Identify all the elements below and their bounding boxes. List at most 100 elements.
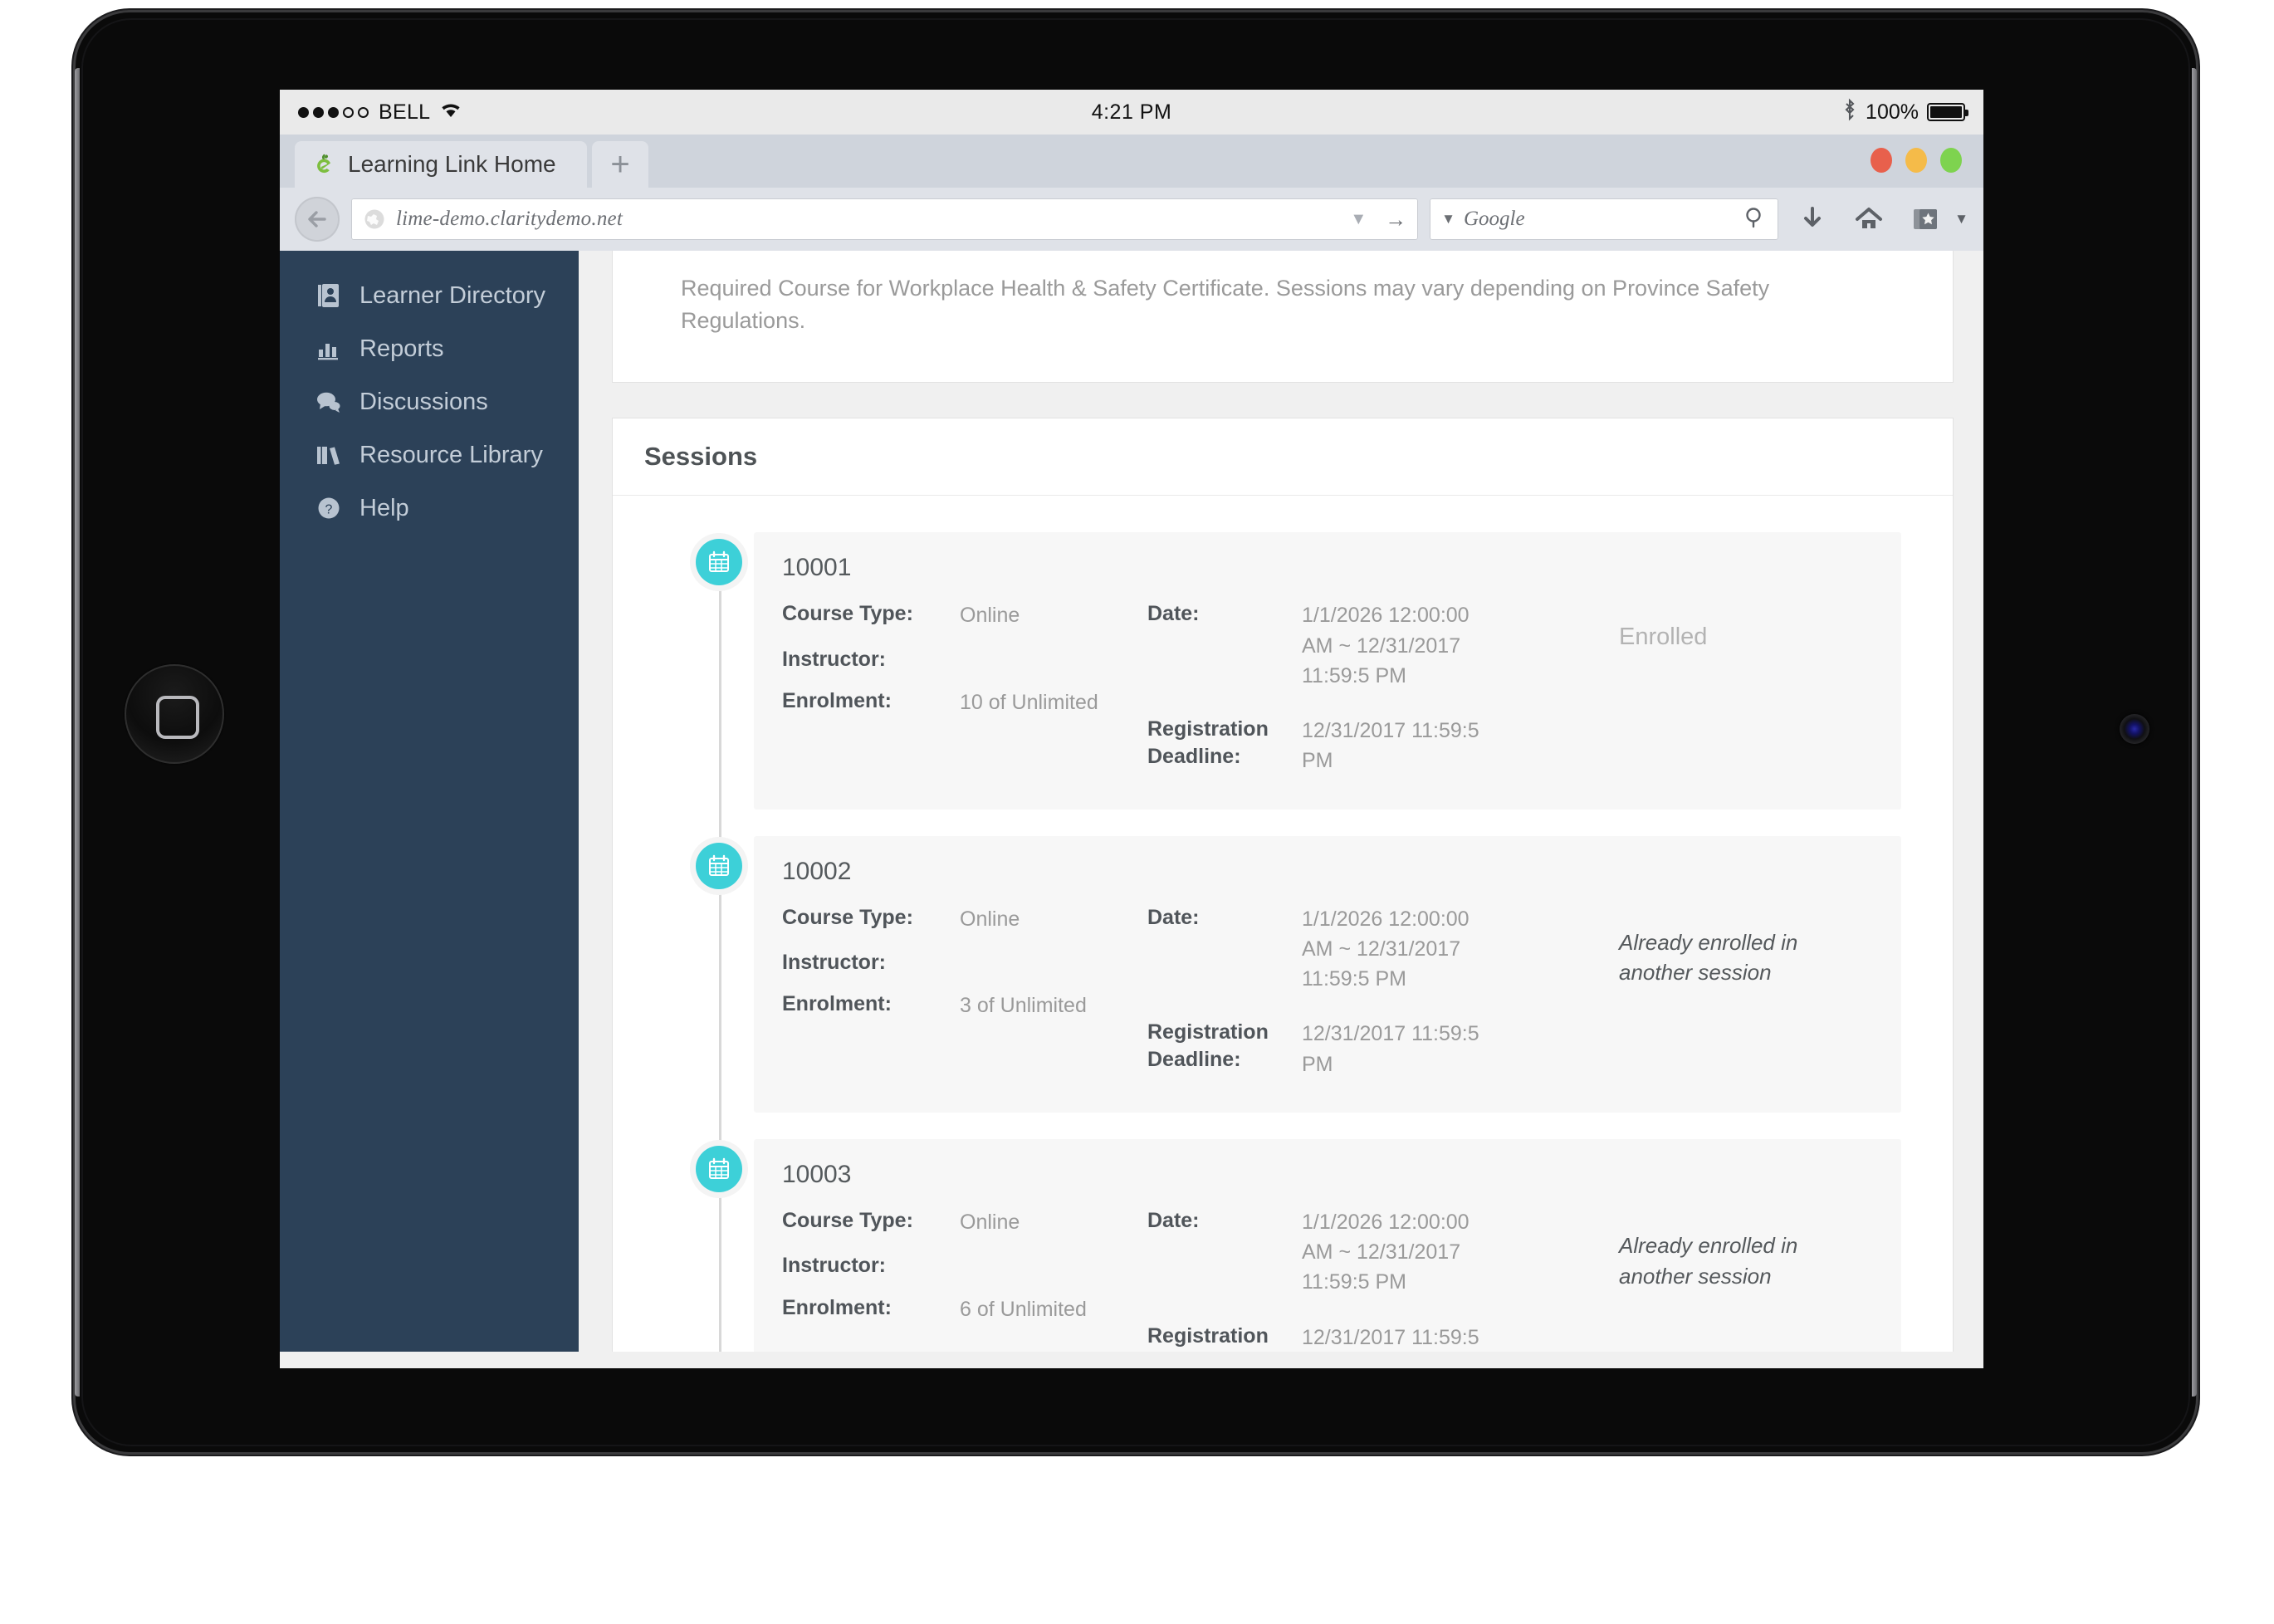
url-bar[interactable]: lime-demo.claritydemo.net ▼ → <box>351 198 1419 240</box>
session-status: Already enrolled in another session <box>1599 858 1873 989</box>
field-course-type: Course Type: Online <box>782 1207 1147 1237</box>
field-date: Date: 1/1/2026 12:00:00 AM ~ 12/31/2017 … <box>1147 600 1504 691</box>
sidebar-item-label: Help <box>359 494 409 521</box>
session-details: 10003 Course Type: Online Instructor: En… <box>782 1161 1599 1352</box>
course-description-card: Required Course for Workplace Health & S… <box>612 251 1954 384</box>
sidebar-item-label: Learner Directory <box>359 281 546 309</box>
field-value: 3 of Unlimited <box>960 994 1087 1018</box>
front-camera-lens <box>2120 714 2149 744</box>
field-instructor: Instructor: <box>782 646 1147 673</box>
sidebar-item-learner-directory[interactable]: Learner Directory <box>280 269 579 322</box>
chevron-down-icon[interactable]: ▼ <box>1350 210 1367 229</box>
browser-tab-learning-link-home[interactable]: Learning Link Home <box>295 141 587 188</box>
field-label: Registration Deadline: <box>1147 1020 1269 1071</box>
close-window-button[interactable] <box>1871 148 1892 173</box>
caret-down-icon[interactable]: ▼ <box>1441 211 1455 227</box>
field-label: Instructor: <box>782 1254 886 1278</box>
sidebar-item-discussions[interactable]: Discussions <box>280 375 579 428</box>
sessions-heading: Sessions <box>613 418 1953 496</box>
sidebar-item-resource-library[interactable]: Resource Library <box>280 428 579 482</box>
status-badge: Already enrolled in another session <box>1619 929 1798 986</box>
magnifier-icon[interactable] <box>1743 206 1767 233</box>
globe-icon <box>363 208 386 231</box>
search-bar[interactable]: ▼ Google <box>1430 198 1779 240</box>
question-circle-icon: ? <box>315 494 343 522</box>
battery-percent: 100% <box>1866 100 1919 124</box>
browser-tab-title: Learning Link Home <box>348 151 556 177</box>
left-sidebar: Learner Directory Reports Discussions Re… <box>280 251 579 1352</box>
calendar-pin-icon <box>696 842 742 889</box>
session-column-right: Date: 1/1/2026 12:00:00 AM ~ 12/31/2017 … <box>1147 600 1504 775</box>
field-label: Course Type: <box>782 602 913 626</box>
bookmarks-icon[interactable] <box>1903 207 1948 232</box>
sidebar-item-label: Reports <box>359 335 444 362</box>
field-label: Enrolment: <box>782 1295 892 1319</box>
back-arrow-icon[interactable] <box>295 197 340 242</box>
sidebar-item-label: Resource Library <box>359 441 543 468</box>
field-course-type: Course Type: Online <box>782 600 1147 630</box>
session-row: 10002 Course Type: Online Instructor: En… <box>664 835 1901 1113</box>
field-registration-deadline: Registration Deadline: 12/31/2017 11:59:… <box>1147 1323 1504 1352</box>
field-registration-deadline: Registration Deadline: 12/31/2017 11:59:… <box>1147 1019 1504 1079</box>
session-column-right: Date: 1/1/2026 12:00:00 AM ~ 12/31/2017 … <box>1147 1207 1504 1352</box>
session-card[interactable]: 10001 Course Type: Online Instructor: En… <box>754 532 1901 810</box>
field-value: 12/31/2017 11:59:5 PM <box>1302 1022 1479 1076</box>
books-icon <box>315 441 343 469</box>
session-column-left: Course Type: Online Instructor: Enrolmen… <box>782 600 1147 775</box>
bookmarks-caret-icon[interactable]: ▼ <box>1954 211 1968 227</box>
browser-navbar: lime-demo.claritydemo.net ▼ → ▼ Google ▼ <box>280 188 1983 251</box>
session-column-right: Date: 1/1/2026 12:00:00 AM ~ 12/31/2017 … <box>1147 904 1504 1079</box>
session-id: 10001 <box>782 554 852 582</box>
sidebar-item-help[interactable]: ? Help <box>280 482 579 535</box>
field-date: Date: 1/1/2026 12:00:00 AM ~ 12/31/2017 … <box>1147 904 1504 995</box>
sessions-list: 10001 Course Type: Online Instructor: En… <box>613 496 1953 1352</box>
status-badge: Already enrolled in another session <box>1619 1232 1798 1289</box>
field-label: Instructor: <box>782 950 886 974</box>
sessions-card: Sessions 10001 Course Type: Online Instr… <box>612 418 1954 1352</box>
svg-text:?: ? <box>325 503 333 517</box>
sidebar-item-label: Discussions <box>359 388 488 415</box>
course-description-text: Required Course for Workplace Health & S… <box>681 276 1770 334</box>
new-tab-button[interactable]: + <box>592 141 648 188</box>
zoom-window-button[interactable] <box>1940 148 1962 173</box>
downloads-icon[interactable] <box>1790 206 1835 232</box>
field-date: Date: 1/1/2026 12:00:00 AM ~ 12/31/2017 … <box>1147 1207 1504 1298</box>
field-enrolment: Enrolment: 10 of Unlimited <box>782 687 1147 717</box>
session-details: 10001 Course Type: Online Instructor: En… <box>782 554 1599 775</box>
session-column-left: Course Type: Online Instructor: Enrolmen… <box>782 1207 1147 1352</box>
field-value: 1/1/2026 12:00:00 AM ~ 12/31/2017 11:59:… <box>1302 604 1470 687</box>
field-label: Date: <box>1147 1208 1200 1232</box>
screenshot-root: BELL 4:21 PM 100% Learning Link Home + l… <box>0 0 2274 1624</box>
field-value: Online <box>960 604 1020 628</box>
status-right-group: 100% <box>1842 97 1968 127</box>
session-card[interactable]: 10002 Course Type: Online Instructor: En… <box>754 835 1901 1113</box>
arrow-right-icon[interactable]: → <box>1385 207 1406 232</box>
bar-chart-icon <box>315 335 343 363</box>
session-id: 10003 <box>782 1160 852 1188</box>
sidebar-item-reports[interactable]: Reports <box>280 322 579 375</box>
field-label: Date: <box>1147 905 1200 929</box>
calendar-pin-icon <box>696 1145 742 1192</box>
session-status: Already enrolled in another session <box>1599 1161 1873 1292</box>
session-details: 10002 Course Type: Online Instructor: En… <box>782 858 1599 1079</box>
session-card[interactable]: 10003 Course Type: Online Instructor: En… <box>754 1138 1901 1352</box>
battery-icon <box>1927 103 1968 121</box>
field-value: Online <box>960 1210 1020 1234</box>
field-label: Registration Deadline: <box>1147 1323 1269 1352</box>
field-label: Course Type: <box>782 1208 913 1232</box>
field-course-type: Course Type: Online <box>782 904 1147 934</box>
field-value: 10 of Unlimited <box>960 691 1098 715</box>
session-fields: Course Type: Online Instructor: Enrolmen… <box>782 600 1599 775</box>
field-value: 1/1/2026 12:00:00 AM ~ 12/31/2017 11:59:… <box>1302 1210 1470 1294</box>
home-button[interactable] <box>125 664 224 764</box>
browser-tabstrip: Learning Link Home + <box>280 135 1983 188</box>
session-fields: Course Type: Online Instructor: Enrolmen… <box>782 904 1599 1079</box>
field-label: Date: <box>1147 602 1200 626</box>
field-value: 6 of Unlimited <box>960 1297 1087 1321</box>
home-icon[interactable] <box>1846 206 1891 232</box>
field-value: 1/1/2026 12:00:00 AM ~ 12/31/2017 11:59:… <box>1302 907 1470 991</box>
minimize-window-button[interactable] <box>1905 148 1927 173</box>
field-value: Online <box>960 907 1020 931</box>
session-row: 10001 Course Type: Online Instructor: En… <box>664 532 1901 810</box>
field-value: 12/31/2017 11:59:5 PM <box>1302 719 1479 773</box>
